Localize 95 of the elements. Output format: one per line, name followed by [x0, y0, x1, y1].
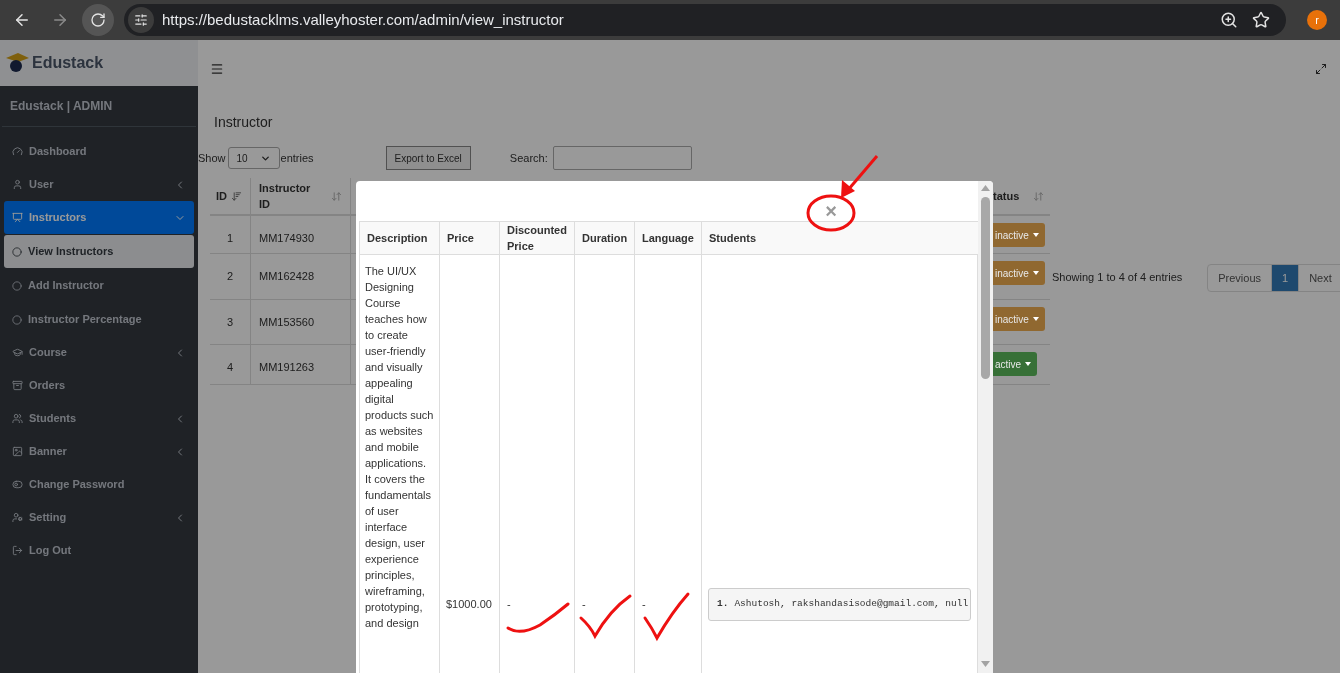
sidebar-subitem[interactable]: View Instructors	[4, 235, 194, 268]
user-gear-icon	[12, 512, 23, 523]
page-button[interactable]: Next	[1298, 265, 1340, 291]
close-button[interactable]: ×	[825, 201, 837, 221]
checkmark-drawing	[579, 594, 632, 638]
address-bar[interactable]: https://bedustacklms.valleyhoster.com/admin/view_instructor	[124, 4, 1286, 36]
table-cell-text: -	[507, 597, 511, 613]
sidebar-item[interactable]: Students	[4, 402, 194, 435]
sidebar-item[interactable]: Setting	[4, 501, 194, 534]
table-cell-text: 2	[225, 269, 235, 284]
table-cell-text: 1	[225, 231, 235, 246]
table-cell-text: 4	[225, 360, 235, 375]
course-description: The UI/UX Designing Course teaches how to create user-friendly and visually appealing digital products such as websites and mobile applications. It covers the fundamentals of user interface design, user experience principles, wireframing, prototyping, and design	[365, 264, 434, 631]
page-button[interactable]: 1	[1271, 265, 1299, 291]
logo-icon	[4, 52, 30, 74]
student-entry: Ashutosh, rakshandasisode@gmail.com, null	[734, 597, 969, 612]
sidebar-item[interactable]: Banner	[4, 435, 194, 468]
column-header: Description	[359, 222, 439, 254]
table-cell: MM191263	[250, 345, 350, 384]
show-label: Show	[198, 150, 226, 166]
column-header[interactable]: tatus	[978, 178, 1050, 214]
brand-name: Edustack	[32, 53, 104, 73]
annotation-arrow	[841, 155, 879, 198]
circle-icon	[12, 314, 22, 325]
user-icon	[12, 179, 23, 190]
reload-button[interactable]	[82, 4, 114, 36]
entries-label: entries	[280, 150, 314, 166]
sort-icon	[1033, 190, 1044, 202]
forward-arrow-icon	[51, 11, 69, 29]
sidebar-item[interactable]: User	[4, 168, 194, 201]
scroll-up-icon[interactable]	[981, 185, 990, 191]
checkmark-drawing	[506, 602, 570, 633]
url-text: https://bedustacklms.valleyhoster.com/admin/view_instructor	[162, 9, 564, 30]
sidebar-item[interactable]: Dashboard	[4, 135, 194, 168]
sidebar-subitem[interactable]: Instructor Percentage	[4, 303, 194, 336]
presentation-icon	[12, 212, 23, 223]
sort-icon	[331, 190, 342, 202]
column-header: Duration	[574, 222, 634, 254]
sidebar-item[interactable]: Log Out	[4, 534, 194, 567]
table-cell: MM174930	[250, 216, 350, 253]
fullscreen-icon[interactable]	[1314, 63, 1327, 75]
sidebar-item[interactable]: Course	[4, 336, 194, 369]
profile-avatar[interactable]: r	[1307, 10, 1327, 30]
toggle-icon	[12, 479, 23, 490]
table-cell-text: 3	[225, 315, 235, 330]
column-header[interactable]: Instructor ID	[250, 178, 350, 214]
scrollbar-thumb[interactable]	[981, 197, 990, 379]
sidebar-item[interactable]: Instructors	[4, 201, 194, 234]
status-dropdown[interactable]: inactive	[993, 223, 1045, 247]
sort-icon	[231, 190, 242, 202]
status-dropdown[interactable]: active	[993, 352, 1038, 376]
page-button[interactable]: Previous	[1208, 265, 1272, 291]
scrollbar[interactable]	[978, 181, 993, 673]
caret-icon	[1032, 233, 1039, 237]
graduation-cap-icon	[12, 347, 23, 358]
dashboard-icon	[12, 146, 23, 157]
table-cell: MM153560	[250, 300, 350, 344]
status-dropdown[interactable]: inactive	[993, 307, 1045, 331]
caret-icon	[1032, 271, 1039, 275]
caret-icon	[1025, 362, 1032, 366]
users-icon	[12, 413, 23, 424]
logout-icon	[12, 545, 23, 556]
column-header[interactable]: ID	[210, 178, 250, 214]
table-cell-text: -	[582, 597, 586, 613]
annotation-circle	[806, 194, 856, 232]
sidebar-item[interactable]: Change Password	[4, 468, 194, 501]
sidebar-header: Edustack | ADMIN	[2, 86, 196, 127]
image-icon	[12, 446, 23, 457]
sidebar-item[interactable]: Orders	[4, 369, 194, 402]
list-number: 1.	[717, 597, 729, 612]
sidebar-subitem[interactable]: Add Instructor	[4, 269, 194, 302]
table-cell: MM162428	[250, 254, 350, 299]
page-length-select[interactable]: 10	[227, 147, 280, 169]
circle-icon	[12, 246, 22, 257]
table-cell-text: -	[642, 597, 646, 613]
circle-icon	[12, 280, 22, 291]
zoom-icon[interactable]	[1220, 11, 1238, 29]
search-label: Search:	[509, 150, 548, 166]
caret-icon	[1032, 317, 1039, 321]
column-header: Discounted Price	[499, 222, 574, 254]
column-header: Price	[439, 222, 499, 254]
menu-icon[interactable]	[210, 62, 224, 76]
status-dropdown[interactable]: inactive	[993, 261, 1045, 285]
search-field[interactable]	[552, 146, 692, 170]
site-settings-icon[interactable]	[128, 7, 154, 33]
archive-icon	[12, 380, 23, 391]
export-button[interactable]: Export to Excel	[385, 146, 471, 170]
bookmark-star-icon[interactable]	[1252, 11, 1270, 29]
scroll-down-icon[interactable]	[981, 661, 990, 667]
checkmark-drawing	[643, 592, 690, 640]
page-title: Instructor	[213, 113, 274, 132]
column-header: Language	[634, 222, 701, 254]
reload-icon	[90, 12, 106, 28]
table-info: Showing 1 to 4 of 4 entries	[1052, 270, 1183, 285]
table-cell-text: $1000.00	[446, 597, 492, 613]
